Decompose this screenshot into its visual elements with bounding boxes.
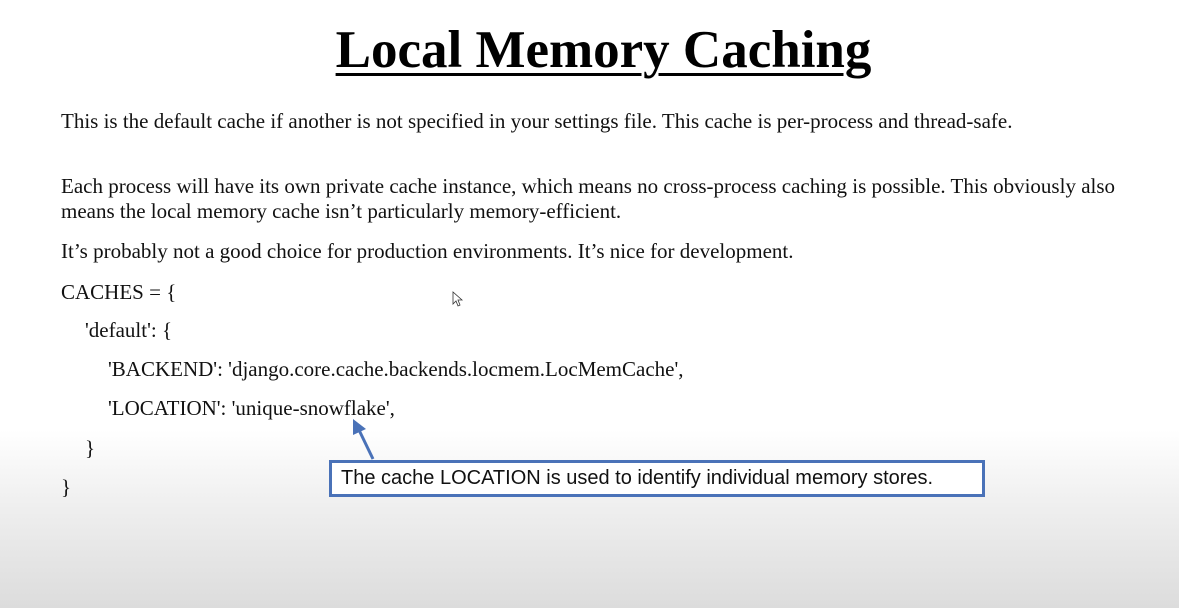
paragraph-process-instance: Each process will have its own private c… (61, 174, 1116, 223)
callout-arrow (353, 419, 375, 460)
code-line: } (85, 436, 96, 460)
paragraph-production-note: It’s probably not a good choice for prod… (61, 239, 794, 263)
callout-box: The cache LOCATION is used to identify i… (329, 460, 985, 497)
code-line: 'BACKEND': 'django.core.cache.backends.l… (108, 357, 684, 381)
slide: Local Memory Caching This is the default… (0, 0, 1179, 608)
code-line: CACHES = { (61, 280, 177, 304)
slide-title: Local Memory Caching (335, 21, 872, 79)
code-line: 'LOCATION': 'unique-snowflake', (108, 396, 395, 420)
code-line: } (61, 475, 72, 499)
mouse-cursor-icon (452, 291, 464, 307)
code-line: 'default': { (85, 318, 173, 342)
paragraph-default-cache: This is the default cache if another is … (61, 109, 1013, 133)
